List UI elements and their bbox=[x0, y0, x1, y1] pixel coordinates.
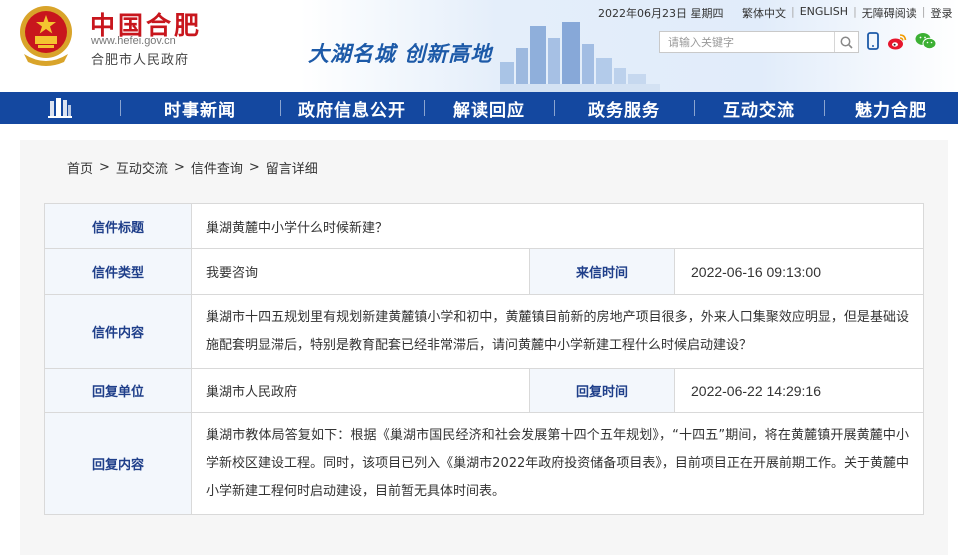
nav-interpretation[interactable]: 解读回应 bbox=[424, 92, 554, 124]
reply-content-label: 回复内容 bbox=[44, 412, 192, 515]
letter-type-value: 我要咨询 bbox=[191, 248, 530, 295]
top-links: 繁体中文 | ENGLISH | 无障碍阅读 | 登录 bbox=[742, 5, 953, 21]
breadcrumb-home[interactable]: 首页 bbox=[67, 158, 93, 177]
link-separator: | bbox=[921, 5, 926, 18]
accessibility-link[interactable]: 无障碍阅读 bbox=[862, 5, 917, 21]
national-emblem-logo bbox=[20, 6, 72, 66]
current-date: 2022年06月23日 星期四 bbox=[598, 7, 724, 20]
wechat-icon[interactable] bbox=[915, 32, 937, 50]
site-subtitle: 合肥市人民政府 bbox=[91, 53, 190, 68]
table-row: 回复单位 巢湖市人民政府 回复时间 2022-06-22 14:29:16 bbox=[44, 368, 924, 413]
city-skyline-image bbox=[500, 22, 660, 92]
letter-type-label: 信件类型 bbox=[44, 248, 192, 295]
letter-time-label: 来信时间 bbox=[529, 248, 675, 295]
traditional-chinese-link[interactable]: 繁体中文 bbox=[742, 5, 786, 21]
reply-unit-value: 巢湖市人民政府 bbox=[191, 368, 530, 413]
table-row: 信件内容 巢湖市十四五规划里有规划新建黄麓镇小学和初中，黄麓镇目前新的房地产项目… bbox=[44, 294, 924, 369]
mobile-icon[interactable] bbox=[867, 32, 879, 50]
login-link[interactable]: 登录 bbox=[931, 5, 953, 21]
letter-detail-table: 信件标题 巢湖黄麓中小学什么时候新建？ 信件类型 我要咨询 来信时间 2022-… bbox=[44, 203, 924, 515]
english-link[interactable]: ENGLISH bbox=[800, 5, 848, 21]
main-nav: 时事新闻 政府信息公开 解读回应 政务服务 互动交流 魅力合肥 bbox=[0, 92, 958, 124]
table-row: 信件标题 巢湖黄麓中小学什么时候新建？ bbox=[44, 203, 924, 249]
breadcrumb: 首页 > 互动交流 > 信件查询 > 留言详细 bbox=[67, 158, 318, 177]
letter-time-value: 2022-06-16 09:13:00 bbox=[674, 248, 924, 295]
social-icons bbox=[867, 32, 937, 50]
link-separator: | bbox=[791, 5, 795, 18]
slogan: 大湖名城 创新高地 bbox=[308, 41, 493, 66]
breadcrumb-message-detail[interactable]: 留言详细 bbox=[266, 158, 318, 177]
nav-home[interactable] bbox=[0, 92, 120, 124]
table-row: 回复内容 巢湖市教体局答复如下：根据《巢湖市国民经济和社会发展第十四个五年规划》… bbox=[44, 412, 924, 515]
reply-unit-label: 回复单位 bbox=[44, 368, 192, 413]
reply-content-value: 巢湖市教体局答复如下：根据《巢湖市国民经济和社会发展第十四个五年规划》，“十四五… bbox=[191, 412, 924, 515]
search-button[interactable] bbox=[834, 32, 858, 52]
nav-charming-hefei[interactable]: 魅力合肥 bbox=[824, 92, 958, 124]
nav-news[interactable]: 时事新闻 bbox=[120, 92, 280, 124]
nav-interaction[interactable]: 互动交流 bbox=[694, 92, 824, 124]
letter-content-value: 巢湖市十四五规划里有规划新建黄麓镇小学和初中，黄麓镇目前新的房地产项目很多，外来… bbox=[191, 294, 924, 369]
breadcrumb-separator: > bbox=[173, 160, 185, 175]
site-header: 中国合肥 www.hefei.gov.cn 合肥市人民政府 大湖名城 创新高地 … bbox=[0, 0, 958, 92]
reply-time-value: 2022-06-22 14:29:16 bbox=[674, 368, 924, 413]
search-box bbox=[659, 31, 859, 53]
letter-title-value: 巢湖黄麓中小学什么时候新建？ bbox=[191, 203, 924, 249]
nav-gov-services[interactable]: 政务服务 bbox=[554, 92, 694, 124]
breadcrumb-separator: > bbox=[248, 160, 260, 175]
link-separator: | bbox=[853, 5, 857, 18]
weibo-icon[interactable] bbox=[887, 33, 907, 50]
letter-title-label: 信件标题 bbox=[44, 203, 192, 249]
table-row: 信件类型 我要咨询 来信时间 2022-06-16 09:13:00 bbox=[44, 248, 924, 295]
breadcrumb-interaction[interactable]: 互动交流 bbox=[116, 158, 168, 177]
reply-time-label: 回复时间 bbox=[529, 368, 675, 413]
site-url: www.hefei.gov.cn bbox=[91, 35, 176, 47]
nav-gov-info[interactable]: 政府信息公开 bbox=[280, 92, 424, 124]
letter-content-label: 信件内容 bbox=[44, 294, 192, 369]
breadcrumb-separator: > bbox=[99, 160, 110, 175]
search-icon bbox=[840, 36, 853, 49]
search-input[interactable] bbox=[660, 32, 834, 52]
breadcrumb-letter-query[interactable]: 信件查询 bbox=[191, 158, 243, 177]
building-icon bbox=[48, 98, 72, 118]
